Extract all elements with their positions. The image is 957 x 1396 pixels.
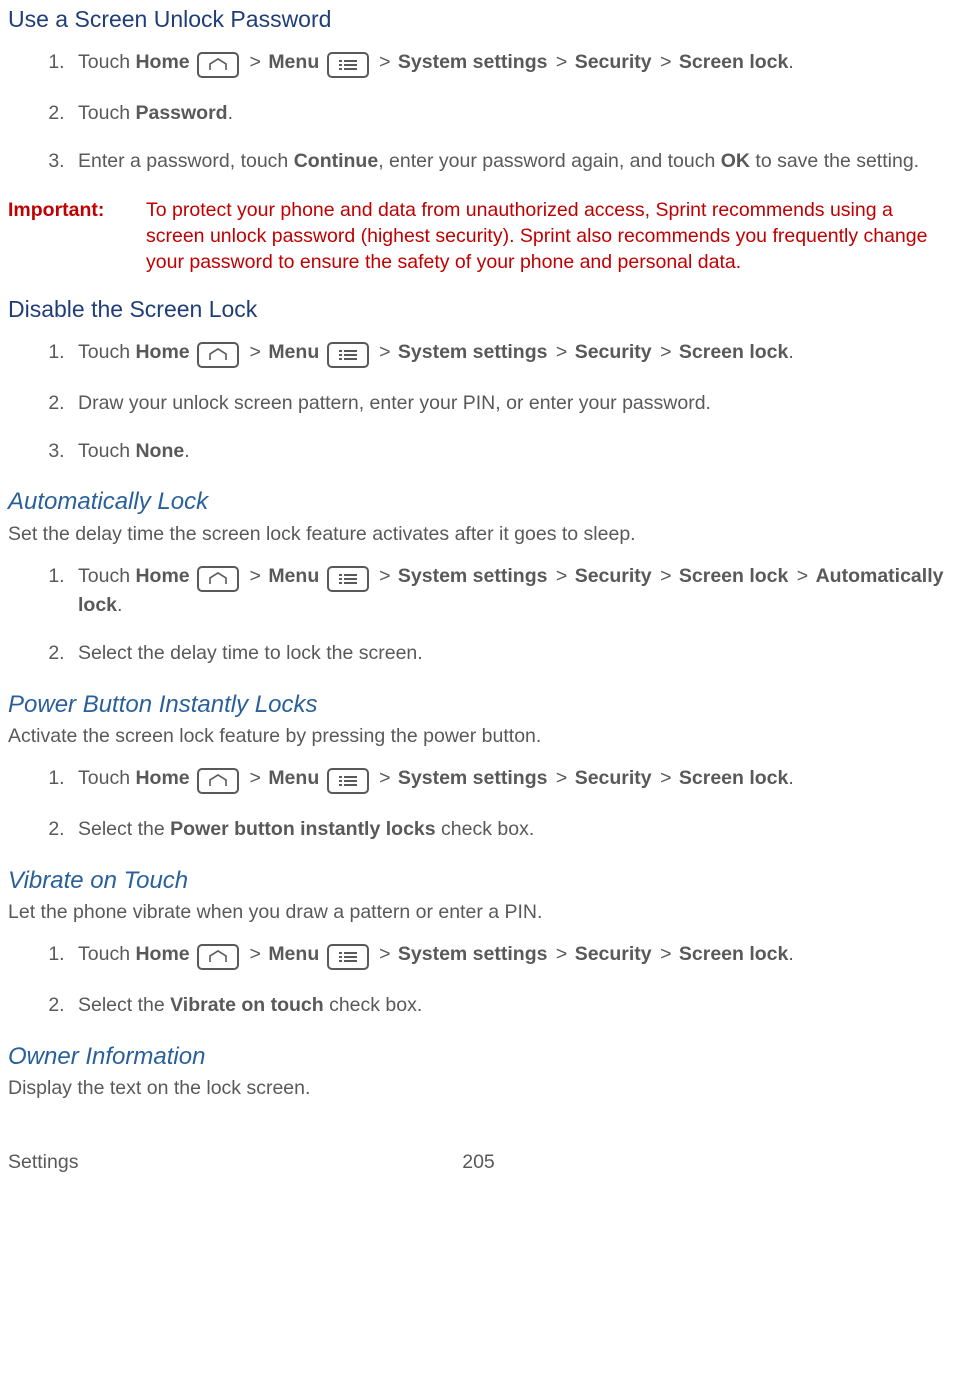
heading-automatically-lock: Automatically Lock [8, 486, 949, 518]
step-item: Enter a password, touch Continue, enter … [70, 148, 949, 174]
step-item: Touch Password. [70, 100, 949, 126]
separator: > [250, 943, 261, 965]
footer-section-name: Settings [8, 1151, 78, 1173]
footer-page-number: 205 [462, 1149, 495, 1175]
step-item: Select the delay time to lock the screen… [70, 640, 949, 666]
label-home: Home [135, 943, 189, 965]
home-icon [197, 52, 239, 78]
step-item: Touch None. [70, 438, 949, 464]
label-security: Security [575, 943, 652, 965]
label-security: Security [575, 341, 652, 363]
home-icon [197, 768, 239, 794]
step-item: Draw your unlock screen pattern, enter y… [70, 390, 949, 416]
separator: > [379, 943, 390, 965]
separator: > [250, 51, 261, 73]
separator: > [556, 341, 567, 363]
label-pbil: Power button instantly locks [170, 818, 435, 840]
label-screen-lock: Screen lock [679, 767, 788, 789]
step-item: Touch Home > Menu > System settings > Se… [70, 339, 949, 368]
label-home: Home [135, 341, 189, 363]
label-security: Security [575, 565, 652, 587]
label-system-settings: System settings [398, 943, 548, 965]
label-system-settings: System settings [398, 51, 548, 73]
label-home: Home [135, 565, 189, 587]
label-system-settings: System settings [398, 767, 548, 789]
steps-use-password: Touch Home > Menu > System settings > Se… [8, 49, 949, 175]
step-item: Touch Home > Menu > System settings > Se… [70, 563, 949, 618]
label-ok: OK [721, 150, 750, 172]
important-note: Important: To protect your phone and dat… [8, 197, 949, 276]
heading-vibrate-on-touch: Vibrate on Touch [8, 865, 949, 897]
step-item: Select the Power button instantly locks … [70, 816, 949, 842]
label-menu: Menu [268, 341, 319, 363]
step-item: Select the Vibrate on touch check box. [70, 992, 949, 1018]
steps-disable: Touch Home > Menu > System settings > Se… [8, 339, 949, 465]
menu-icon [327, 944, 369, 970]
important-text: To protect your phone and data from unau… [146, 197, 949, 276]
separator: > [250, 341, 261, 363]
separator: > [556, 943, 567, 965]
menu-icon [327, 768, 369, 794]
menu-icon [327, 342, 369, 368]
separator: > [556, 767, 567, 789]
label-security: Security [575, 51, 652, 73]
separator: > [556, 51, 567, 73]
label-vot: Vibrate on touch [170, 994, 324, 1016]
important-label: Important: [8, 197, 146, 276]
label-screen-lock: Screen lock [679, 565, 788, 587]
separator: > [379, 51, 390, 73]
separator: > [660, 767, 671, 789]
desc-power-button: Activate the screen lock feature by pres… [8, 723, 949, 749]
separator: > [797, 565, 808, 587]
label-screen-lock: Screen lock [679, 341, 788, 363]
menu-icon [327, 566, 369, 592]
steps-vot: Touch Home > Menu > System settings > Se… [8, 941, 949, 1018]
label-menu: Menu [268, 565, 319, 587]
home-icon [197, 342, 239, 368]
steps-autolock: Touch Home > Menu > System settings > Se… [8, 563, 949, 667]
home-icon [197, 944, 239, 970]
label-system-settings: System settings [398, 565, 548, 587]
separator: > [660, 565, 671, 587]
step-item: Touch Home > Menu > System settings > Se… [70, 765, 949, 794]
heading-use-password: Use a Screen Unlock Password [8, 4, 949, 35]
separator: > [250, 565, 261, 587]
heading-disable: Disable the Screen Lock [8, 294, 949, 325]
separator: > [379, 565, 390, 587]
step-item: Touch Home > Menu > System settings > Se… [70, 941, 949, 970]
label-none: None [135, 440, 184, 462]
separator: > [379, 767, 390, 789]
home-icon [197, 566, 239, 592]
label-password: Password [135, 102, 227, 124]
page-footer: Settings 205 [8, 1149, 949, 1175]
separator: > [556, 565, 567, 587]
desc-owner-information: Display the text on the lock screen. [8, 1075, 949, 1101]
label-home: Home [135, 767, 189, 789]
separator: > [660, 341, 671, 363]
separator: > [250, 767, 261, 789]
separator: > [660, 943, 671, 965]
separator: > [379, 341, 390, 363]
menu-icon [327, 52, 369, 78]
heading-power-button: Power Button Instantly Locks [8, 689, 949, 721]
steps-pbil: Touch Home > Menu > System settings > Se… [8, 765, 949, 842]
label-security: Security [575, 767, 652, 789]
desc-vibrate-on-touch: Let the phone vibrate when you draw a pa… [8, 899, 949, 925]
heading-owner-information: Owner Information [8, 1041, 949, 1073]
label-home: Home [135, 51, 189, 73]
label-menu: Menu [268, 51, 319, 73]
label-system-settings: System settings [398, 341, 548, 363]
desc-automatically-lock: Set the delay time the screen lock featu… [8, 521, 949, 547]
step-item: Touch Home > Menu > System settings > Se… [70, 49, 949, 78]
label-continue: Continue [294, 150, 378, 172]
label-menu: Menu [268, 767, 319, 789]
separator: > [660, 51, 671, 73]
label-menu: Menu [268, 943, 319, 965]
label-screen-lock: Screen lock [679, 943, 788, 965]
label-screen-lock: Screen lock [679, 51, 788, 73]
